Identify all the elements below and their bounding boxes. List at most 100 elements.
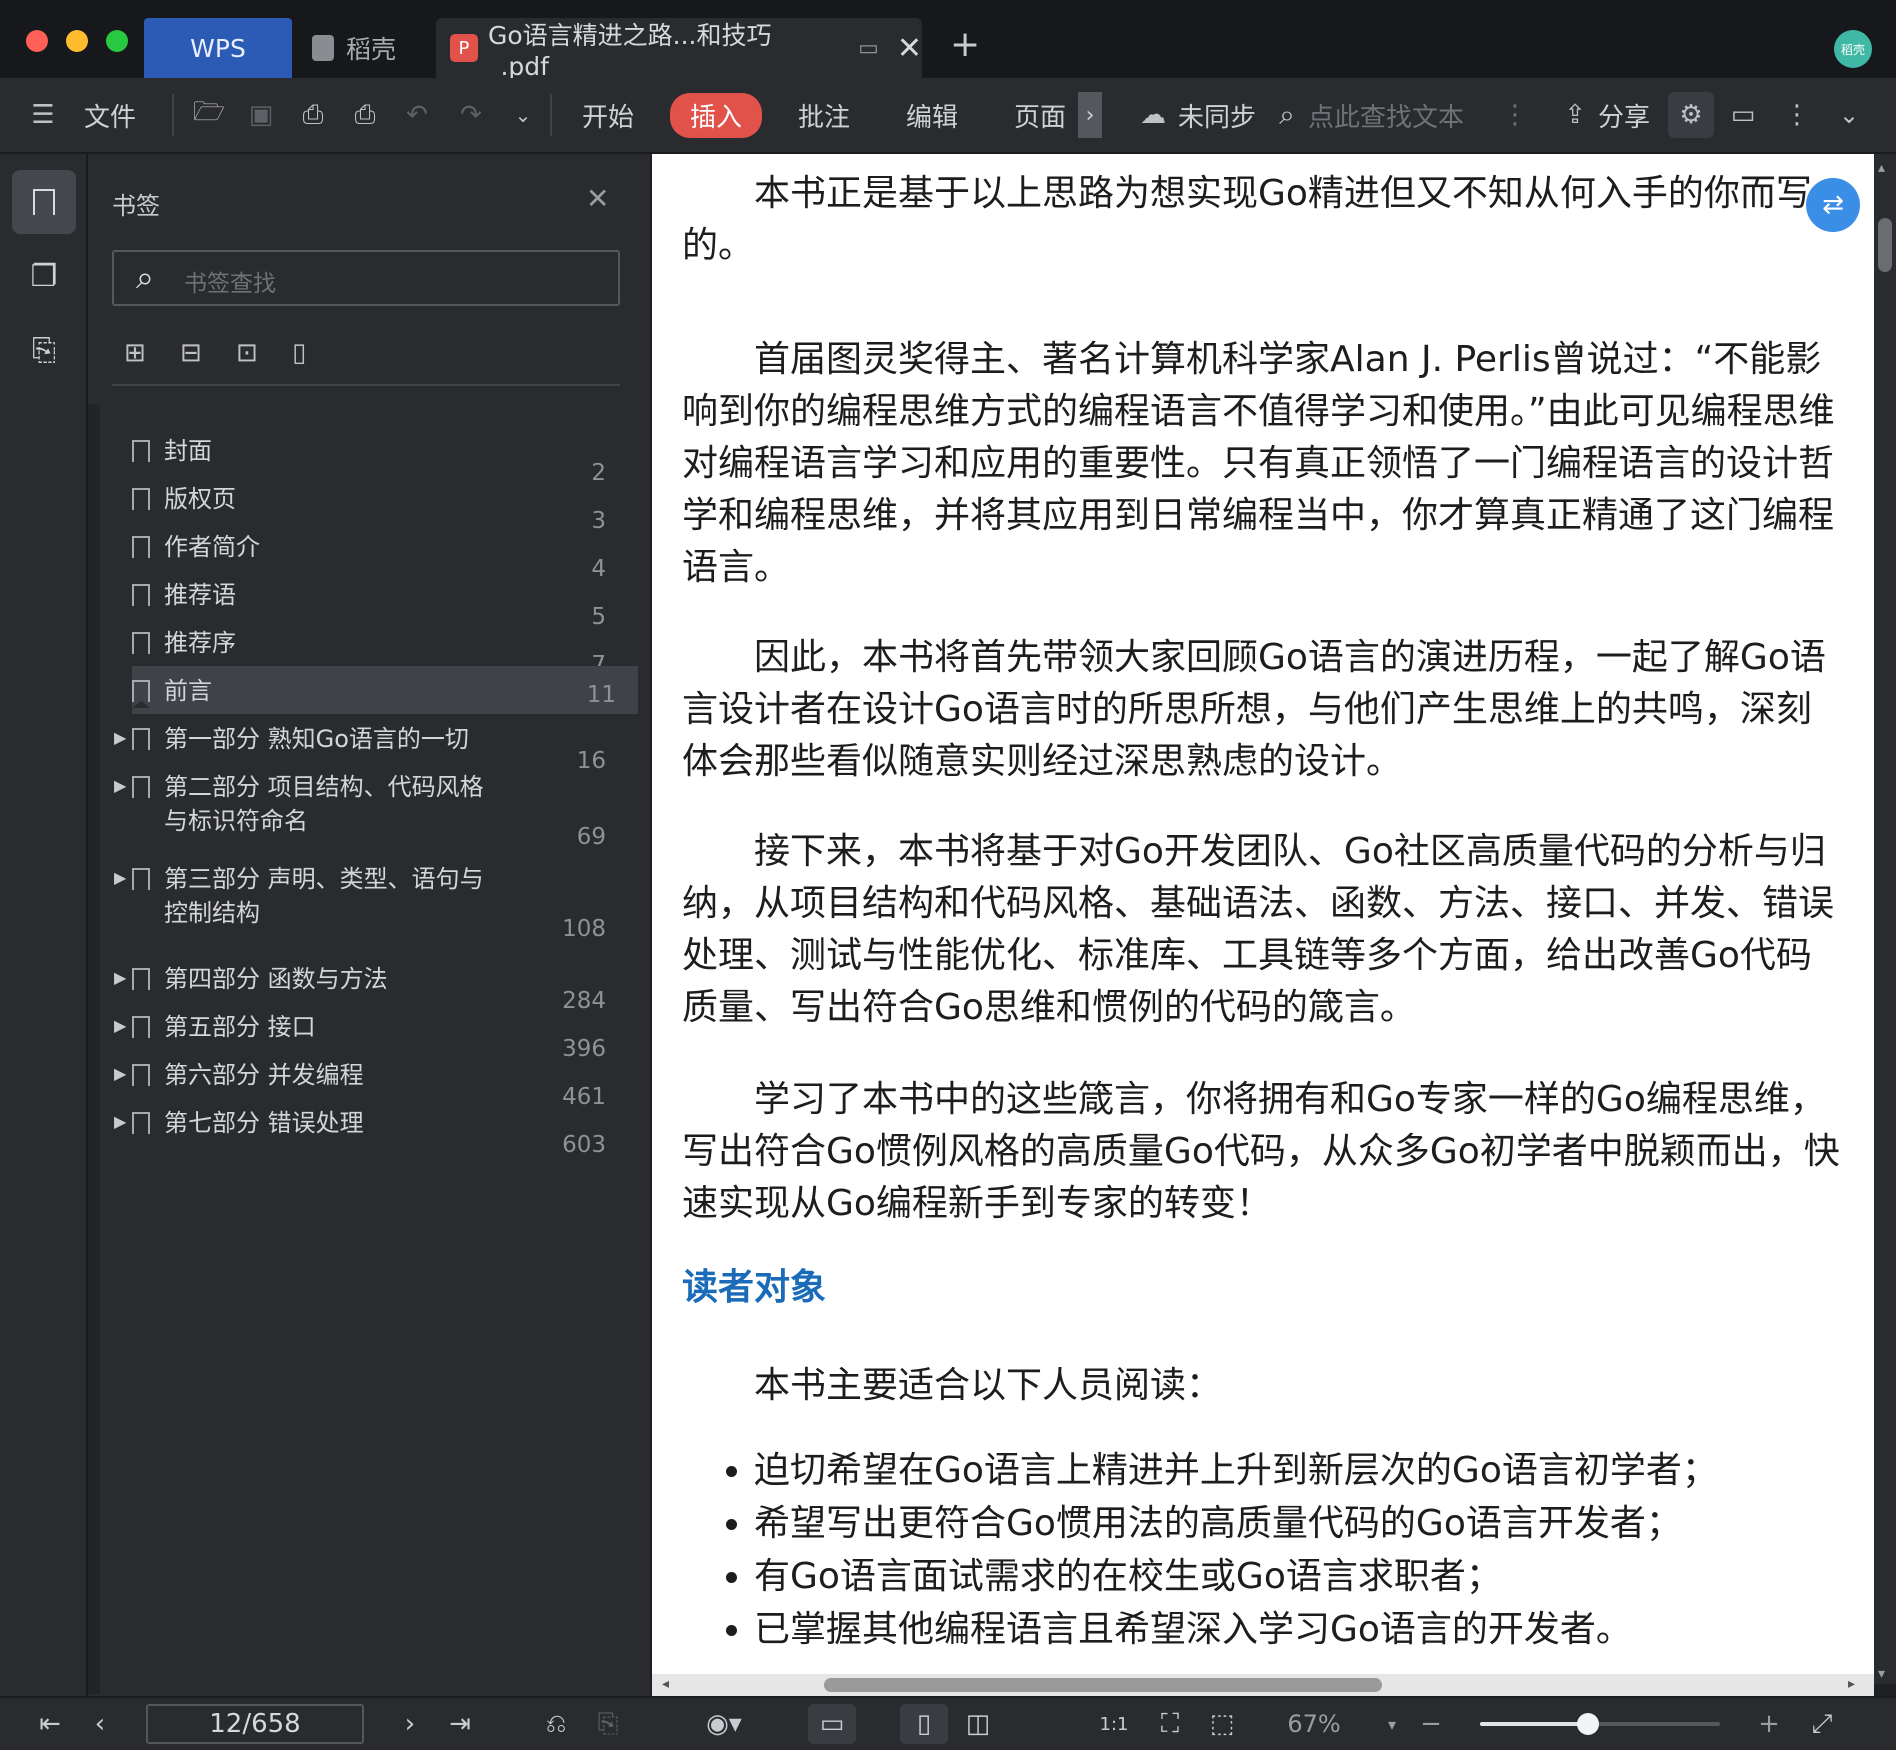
new-tab-button[interactable]: + bbox=[950, 24, 980, 65]
expand-arrow-icon[interactable]: ▶ bbox=[114, 868, 126, 887]
last-page-icon[interactable]: ⇥ bbox=[442, 1704, 478, 1744]
fullscreen-icon[interactable]: ⤢ bbox=[1802, 1704, 1842, 1744]
scroll-right-icon[interactable]: ▸ bbox=[1848, 1676, 1855, 1692]
redo-icon[interactable]: ↷ bbox=[452, 96, 490, 134]
sync-status[interactable]: 未同步 bbox=[1178, 78, 1256, 152]
forward-icon[interactable]: ⎘ bbox=[588, 1704, 628, 1744]
expand-arrow-icon[interactable]: ▶ bbox=[114, 728, 126, 747]
horizontal-scroll-thumb[interactable] bbox=[824, 1678, 1382, 1692]
next-page-icon[interactable]: › bbox=[392, 1704, 428, 1744]
monitor-icon[interactable]: ▭ bbox=[858, 36, 879, 61]
close-panel-icon[interactable]: ✕ bbox=[586, 182, 609, 215]
close-tab-icon[interactable]: ✕ bbox=[897, 31, 922, 66]
collapse-ribbon-icon[interactable]: ⌄ bbox=[1830, 96, 1868, 134]
menu-page[interactable]: 页面 bbox=[1014, 78, 1066, 152]
eye-protection-icon[interactable]: ◉▾ bbox=[696, 1704, 752, 1744]
zoom-in-icon[interactable]: + bbox=[1752, 1704, 1786, 1744]
bookmark-icon bbox=[132, 1016, 150, 1044]
thumbnails-icon[interactable]: ❐ bbox=[12, 244, 76, 308]
zoom-out-icon[interactable]: − bbox=[1414, 1704, 1448, 1744]
zoom-level[interactable]: 67% bbox=[1278, 1704, 1350, 1744]
menu-insert[interactable]: 插入 bbox=[670, 78, 763, 152]
cloud-sync-icon[interactable]: ☁ bbox=[1134, 96, 1172, 134]
vertical-scroll-thumb[interactable] bbox=[1878, 218, 1892, 272]
zoom-slider[interactable] bbox=[1480, 1713, 1720, 1735]
previous-page-icon[interactable]: ‹ bbox=[82, 1704, 118, 1744]
bookmark-item[interactable]: 封面 2 bbox=[88, 426, 628, 486]
single-page-icon[interactable]: ▯ bbox=[900, 1704, 948, 1744]
bookmark-item[interactable]: ▶ 第一部分 熟知Go语言的一切 16 bbox=[88, 714, 628, 774]
document-page[interactable]: ⇄ 本书正是基于以上思路为想实现Go精进但又不知从何入手的你而写的。 首届图灵奖… bbox=[652, 154, 1874, 1674]
fit-width-icon[interactable]: ⬚ bbox=[1200, 1704, 1244, 1744]
search-text-input[interactable]: 点此查找文本 bbox=[1308, 78, 1464, 152]
menu-icon[interactable]: ☰ bbox=[24, 96, 62, 134]
save-icon[interactable]: ▣ bbox=[242, 96, 280, 134]
body-paragraph: 本书正是基于以上思路为想实现Go精进但又不知从何入手的你而写的。 bbox=[682, 173, 1812, 266]
expand-arrow-icon[interactable]: ▶ bbox=[114, 1064, 126, 1083]
bookmark-panel-icon[interactable] bbox=[12, 170, 76, 234]
scroll-up-icon[interactable]: ▴ bbox=[1878, 160, 1885, 176]
avatar[interactable]: 稻壳 bbox=[1834, 30, 1872, 68]
print-icon[interactable]: ⎙ bbox=[346, 96, 384, 134]
collapse-all-icon[interactable]: ⊟ bbox=[180, 338, 202, 368]
menu-start[interactable]: 开始 bbox=[582, 78, 634, 152]
bookmark-item[interactable]: 推荐语 5 bbox=[88, 570, 628, 630]
settings-gear-icon[interactable]: ⚙ bbox=[1668, 92, 1714, 138]
tab-wps[interactable]: WPS bbox=[144, 18, 292, 78]
bookmark-search-input[interactable]: ⌕ 书签查找 bbox=[112, 250, 620, 306]
continuous-scroll-icon[interactable]: ▭ bbox=[808, 1704, 856, 1744]
actual-size-icon[interactable]: 1:1 bbox=[1092, 1704, 1136, 1744]
add-bookmark-icon[interactable]: ⊡ bbox=[236, 338, 258, 368]
back-icon[interactable]: ⎌ bbox=[536, 1704, 576, 1744]
bookmark-item[interactable]: ▶ 第四部分 函数与方法 284 bbox=[88, 954, 628, 1014]
print-preview-icon[interactable]: ⎙ bbox=[294, 96, 332, 134]
bookmark-item[interactable]: 版权页 3 bbox=[88, 474, 628, 534]
expand-arrow-icon[interactable]: ▶ bbox=[114, 968, 126, 987]
expand-all-icon[interactable]: ⊞ bbox=[124, 338, 146, 368]
more-dropdown-icon[interactable]: ⌄ bbox=[504, 96, 542, 134]
share-icon[interactable]: ⇪ bbox=[1556, 96, 1594, 134]
comment-icon[interactable]: ▭ bbox=[1724, 96, 1762, 134]
bookmark-label: 第二部分 项目结构、代码风格 bbox=[164, 773, 484, 801]
search-icon[interactable]: ⌕ bbox=[1268, 96, 1306, 134]
tab-daoke[interactable]: 稻壳 bbox=[296, 18, 436, 78]
minimize-window-button[interactable] bbox=[66, 30, 88, 52]
first-page-icon[interactable]: ⇤ bbox=[32, 1704, 68, 1744]
scroll-left-icon[interactable]: ◂ bbox=[662, 1676, 669, 1692]
bookmark-item[interactable]: 推荐序 7 bbox=[88, 618, 628, 678]
vertical-scrollbar[interactable]: ▴ ▾ bbox=[1874, 154, 1896, 1684]
annotations-icon[interactable]: ⎘ bbox=[12, 318, 76, 382]
expand-arrow-icon[interactable]: ▶ bbox=[114, 1112, 126, 1131]
menu-edit[interactable]: 编辑 bbox=[906, 78, 958, 152]
page-number-input[interactable]: 12/658 bbox=[146, 1704, 364, 1744]
daoke-icon bbox=[312, 35, 334, 61]
bookmark-item[interactable]: 作者简介 4 bbox=[88, 522, 628, 582]
menu-annotate[interactable]: 批注 bbox=[798, 78, 850, 152]
maximize-window-button[interactable] bbox=[106, 30, 128, 52]
bookmark-item[interactable]: ▶ 第六部分 并发编程 461 bbox=[88, 1050, 628, 1110]
expand-arrow-icon[interactable]: ▶ bbox=[114, 1016, 126, 1035]
bookmark-item[interactable]: ▶ 第五部分 接口 396 bbox=[88, 1002, 628, 1062]
undo-icon[interactable]: ↶ bbox=[398, 96, 436, 134]
more-options-icon[interactable]: ⋮ bbox=[1778, 96, 1816, 134]
horizontal-scrollbar[interactable]: ◂ ▸ bbox=[652, 1674, 1874, 1696]
remove-bookmark-icon[interactable]: ▯ bbox=[292, 338, 306, 368]
share-button[interactable]: 分享 bbox=[1598, 78, 1650, 152]
two-page-icon[interactable]: ◫ bbox=[954, 1704, 1002, 1744]
bookmark-item[interactable]: ▶ 第七部分 错误处理 603 bbox=[88, 1098, 628, 1158]
open-folder-icon[interactable]: 🗁 bbox=[190, 96, 228, 134]
bookmark-item[interactable]: ▶ 第三部分 声明、类型、语句与 控制结构 108 bbox=[88, 854, 628, 942]
more-vertical-icon[interactable]: ⋮ bbox=[1496, 96, 1534, 134]
scroll-down-icon[interactable]: ▾ bbox=[1878, 1666, 1885, 1682]
file-menu[interactable]: 文件 bbox=[84, 78, 136, 152]
bookmark-icon bbox=[132, 1064, 150, 1092]
chevron-right-icon[interactable]: › bbox=[1078, 92, 1102, 138]
zoom-slider-knob[interactable] bbox=[1577, 1713, 1599, 1735]
zoom-dropdown-icon[interactable]: ▾ bbox=[1378, 1704, 1406, 1744]
expand-arrow-icon[interactable]: ▶ bbox=[114, 776, 126, 795]
bookmark-item[interactable]: ▶ 第二部分 项目结构、代码风格 与标识符命名 69 bbox=[88, 762, 628, 850]
tab-document[interactable]: P Go语言精进之路...和技巧_.pdf ▭ ✕ bbox=[436, 18, 922, 81]
fit-page-icon[interactable]: ⛶ bbox=[1148, 1704, 1192, 1744]
bookmark-item-selected[interactable]: 前言 11 bbox=[132, 666, 638, 714]
close-window-button[interactable] bbox=[26, 30, 48, 52]
